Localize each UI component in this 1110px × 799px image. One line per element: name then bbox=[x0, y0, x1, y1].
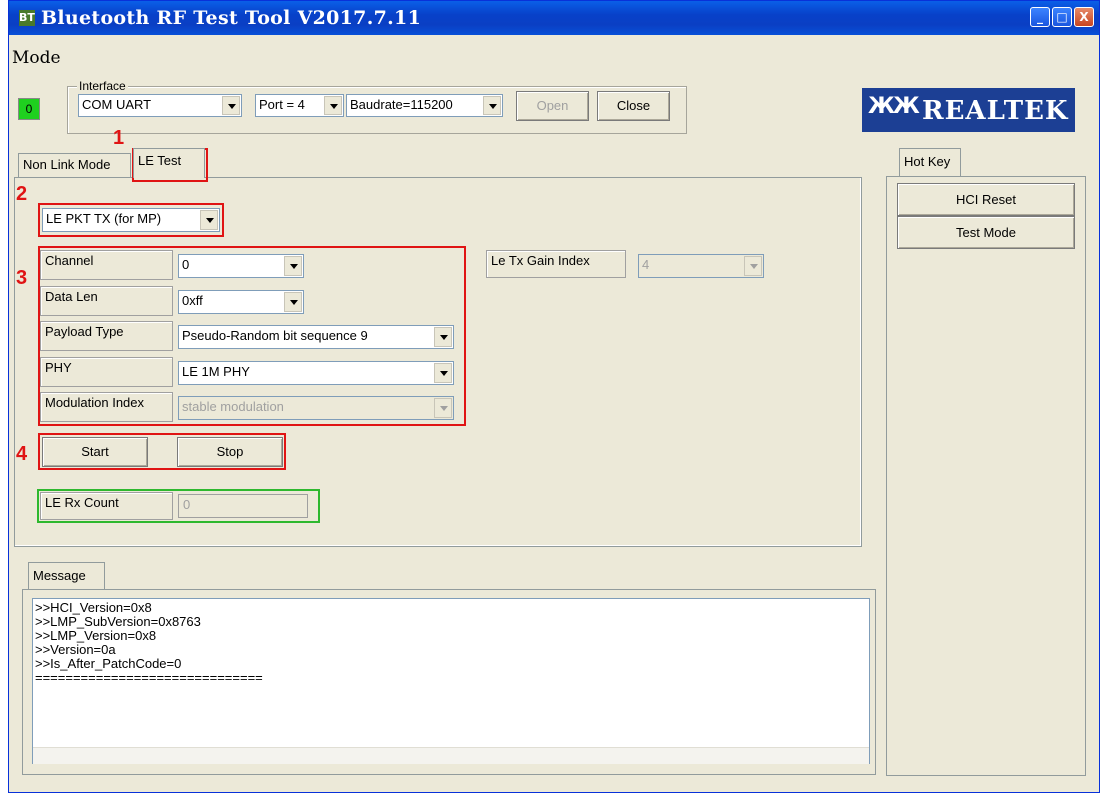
tab-le-test[interactable]: LE Test bbox=[133, 148, 205, 178]
tab-hot-key[interactable]: Hot Key bbox=[899, 148, 961, 177]
realtek-logo: ЖЖ REALTEK bbox=[862, 88, 1075, 132]
highlight-mode-select bbox=[38, 203, 224, 237]
minimize-button[interactable]: _ bbox=[1030, 7, 1050, 27]
log-line: >>LMP_Version=0x8 bbox=[35, 628, 157, 643]
connection-indicator: 0 bbox=[18, 98, 40, 120]
window-title: Bluetooth RF Test Tool V2017.7.11 bbox=[41, 7, 422, 29]
hci-reset-button[interactable]: HCI Reset bbox=[897, 183, 1075, 216]
baudrate-select[interactable]: Baudrate=115200 bbox=[346, 94, 503, 117]
chevron-down-icon[interactable] bbox=[324, 96, 342, 115]
tab-message[interactable]: Message bbox=[28, 562, 105, 590]
annotation-marker-3: 3 bbox=[16, 267, 28, 289]
annotation-marker-4: 4 bbox=[16, 443, 28, 465]
test-mode-button[interactable]: Test Mode bbox=[897, 216, 1075, 249]
gain-index-label: Le Tx Gain Index bbox=[486, 250, 626, 278]
log-line: >>HCI_Version=0x8 bbox=[35, 600, 152, 615]
message-scrollbar[interactable] bbox=[33, 747, 869, 764]
close-port-button[interactable]: Close bbox=[597, 91, 670, 121]
title-bar[interactable]: BT Bluetooth RF Test Tool V2017.7.11 _ □… bbox=[9, 1, 1099, 35]
log-line: >>LMP_SubVersion=0x8763 bbox=[35, 614, 201, 629]
open-button[interactable]: Open bbox=[516, 91, 589, 121]
maximize-button[interactable]: □ bbox=[1052, 7, 1072, 27]
highlight-rx-count bbox=[37, 489, 320, 523]
realtek-crab-icon: ЖЖ bbox=[868, 94, 920, 119]
hot-key-panel bbox=[886, 176, 1086, 776]
log-line: >>Version=0a bbox=[35, 642, 116, 657]
app-icon: BT bbox=[19, 10, 35, 26]
close-window-button[interactable]: X bbox=[1074, 7, 1094, 27]
log-line: >>Is_After_PatchCode=0 bbox=[35, 656, 182, 671]
tab-non-link-mode[interactable]: Non Link Mode bbox=[18, 153, 131, 177]
annotation-marker-1: 1 bbox=[113, 127, 125, 149]
chevron-down-icon[interactable] bbox=[483, 96, 501, 115]
menu-mode[interactable]: Mode bbox=[12, 48, 61, 68]
gain-index-select-value: 4 bbox=[642, 257, 650, 272]
highlight-params bbox=[38, 246, 466, 426]
chevron-down-icon bbox=[744, 256, 762, 276]
interface-label: Interface bbox=[77, 79, 128, 93]
com-select-value: COM UART bbox=[82, 97, 152, 112]
gain-index-select: 4 bbox=[638, 254, 764, 278]
chevron-down-icon[interactable] bbox=[222, 96, 240, 115]
port-select[interactable]: Port = 4 bbox=[255, 94, 344, 117]
highlight-start-stop bbox=[38, 433, 286, 470]
log-line: ============================== bbox=[35, 670, 263, 685]
annotation-marker-2: 2 bbox=[16, 183, 28, 205]
baudrate-select-value: Baudrate=115200 bbox=[350, 97, 453, 112]
com-select[interactable]: COM UART bbox=[78, 94, 242, 117]
message-log[interactable]: >>HCI_Version=0x8 >>LMP_SubVersion=0x876… bbox=[32, 598, 870, 764]
port-select-value: Port = 4 bbox=[259, 97, 305, 112]
realtek-logo-text: REALTEK bbox=[922, 96, 1069, 126]
